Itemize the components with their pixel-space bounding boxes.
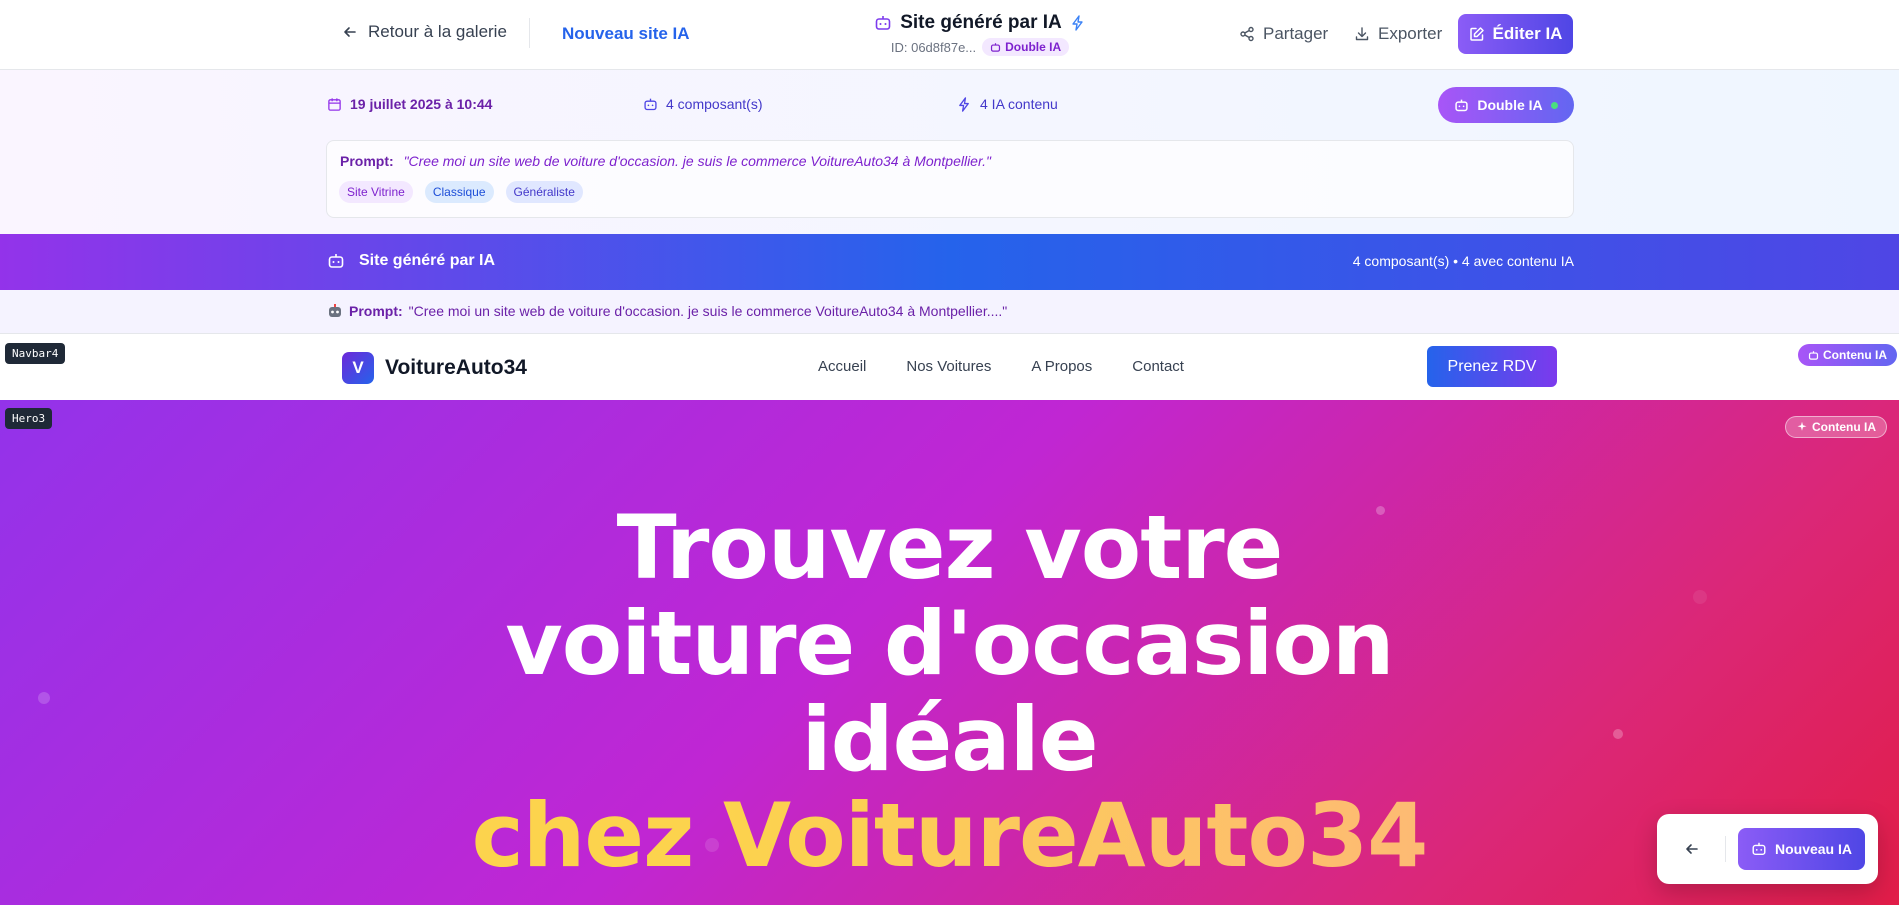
export-label: Exporter: [1378, 24, 1443, 43]
date-label: 19 juillet 2025 à 10:44: [350, 96, 493, 112]
edit-icon: [1469, 26, 1485, 42]
divider: [1725, 836, 1726, 862]
share-button[interactable]: Partager: [1239, 24, 1328, 44]
ia-content-count: 4 IA contenu: [957, 96, 1058, 112]
robot-icon: [990, 42, 1001, 53]
edit-ia-label: Éditer IA: [1492, 24, 1563, 43]
site-navbar: Navbar4 V VoitureAuto34 Accueil Nos Voit…: [0, 334, 1899, 400]
robot-icon: [327, 252, 345, 270]
hero-title-highlight: chez VoitureAuto34: [0, 788, 1899, 884]
arrow-left-icon: [342, 24, 358, 40]
prompt-strip: Prompt: "Cree moi un site web de voiture…: [0, 290, 1899, 334]
download-icon: [1354, 26, 1370, 42]
share-icon: [1239, 26, 1255, 42]
floating-action-card: Nouveau IA: [1657, 814, 1878, 884]
hero-title-line: Trouvez votre: [616, 496, 1284, 599]
tag-classique: Classique: [424, 181, 494, 203]
tag-list: Site Vitrine Classique Généraliste: [339, 181, 583, 203]
new-ia-button[interactable]: Nouveau IA: [1738, 828, 1865, 870]
creation-date: 19 juillet 2025 à 10:44: [327, 96, 492, 112]
edit-ia-button[interactable]: Éditer IA: [1458, 14, 1573, 54]
banner-title: Site généré par IA: [359, 252, 496, 269]
new-ia-site-link[interactable]: Nouveau site IA: [562, 24, 690, 44]
dual-ia-badge: Double IA: [982, 38, 1070, 56]
site-id: ID: 06d8f87e...: [890, 39, 977, 55]
arrow-left-icon: [1684, 841, 1700, 857]
site-info-panel: 19 juillet 2025 à 10:44 4 composant(s) 4…: [0, 70, 1899, 234]
ia-content-chip: Contenu IA: [1785, 416, 1887, 438]
site-nav-links: Accueil Nos Voitures A Propos Contact: [818, 358, 1184, 375]
prompt-strip-label: Prompt:: [349, 303, 403, 319]
divider: [529, 18, 530, 48]
hero-title-line: voiture d'occasion: [505, 592, 1394, 695]
top-bar: Retour à la galerie Nouveau site IA Site…: [0, 0, 1899, 70]
nav-link-contact[interactable]: Contact: [1132, 358, 1184, 375]
back-button[interactable]: [1675, 832, 1709, 866]
share-label: Partager: [1263, 24, 1329, 43]
prompt-label: Prompt:: [340, 153, 394, 169]
prompt-strip-text: "Cree moi un site web de voiture d'occas…: [408, 303, 1008, 319]
hero-title-line: idéale: [801, 688, 1098, 791]
hero-highlight-brand: VoitureAuto34: [722, 784, 1428, 887]
site-logo[interactable]: V: [342, 352, 374, 384]
prompt-text: "Cree moi un site web de voiture d'occas…: [403, 153, 991, 169]
generated-site-banner: Site généré par IA 4 composant(s) • 4 av…: [0, 234, 1899, 290]
nav-link-a-propos[interactable]: A Propos: [1031, 358, 1092, 375]
ia-chip-label: Contenu IA: [1812, 420, 1876, 434]
banner-stats: 4 composant(s) • 4 avec contenu IA: [1352, 253, 1574, 269]
robot-icon: [643, 97, 658, 112]
site-brand[interactable]: VoitureAuto34: [385, 356, 527, 380]
status-dot: [1550, 101, 1558, 109]
lightning-icon: [1070, 15, 1086, 31]
component-count: 4 composant(s): [643, 96, 762, 112]
page-header: Site généré par IA ID: 06d8f87e... Doubl…: [850, 12, 1110, 56]
nav-link-nos-voitures[interactable]: Nos Voitures: [906, 358, 991, 375]
back-label: Retour à la galerie: [368, 22, 507, 41]
lightning-icon: [957, 96, 972, 112]
new-ia-label: Nouveau IA: [1774, 841, 1852, 857]
dual-ia-status-pill: Double IA: [1438, 87, 1574, 123]
calendar-icon: [327, 97, 342, 112]
sparkles-icon: [1796, 421, 1808, 433]
component-tag-navbar: Navbar4: [5, 343, 66, 364]
hero-title: Trouvez votre voiture d'occasion idéale …: [0, 500, 1899, 884]
export-button[interactable]: Exporter: [1354, 24, 1442, 44]
component-count-label: 4 composant(s): [666, 96, 763, 112]
back-to-gallery-link[interactable]: Retour à la galerie: [342, 22, 507, 42]
dual-ia-badge-label: Double IA: [1005, 40, 1062, 54]
nav-link-accueil[interactable]: Accueil: [818, 358, 866, 375]
prompt-box: Prompt: "Cree moi un site web de voiture…: [326, 140, 1574, 218]
robot-icon: [1751, 841, 1767, 857]
robot-face-icon: [327, 303, 343, 319]
robot-icon: [1808, 350, 1819, 361]
tag-site-vitrine: Site Vitrine: [339, 181, 413, 203]
page-title: Site généré par IA: [900, 12, 1062, 33]
robot-icon: [874, 14, 892, 32]
book-appointment-button[interactable]: Prenez RDV: [1427, 346, 1557, 387]
robot-icon: [1454, 98, 1469, 113]
ia-content-label: 4 IA contenu: [980, 96, 1058, 112]
ia-content-chip: Contenu IA: [1798, 344, 1897, 366]
dual-ia-pill-label: Double IA: [1477, 97, 1543, 113]
hero-highlight-word: chez: [471, 784, 695, 887]
hero-section: Hero3 Contenu IA Trouvez votre voiture d…: [0, 400, 1899, 905]
ia-chip-label: Contenu IA: [1823, 348, 1887, 362]
component-tag-hero: Hero3: [5, 408, 53, 429]
tag-generaliste: Généraliste: [505, 181, 583, 203]
